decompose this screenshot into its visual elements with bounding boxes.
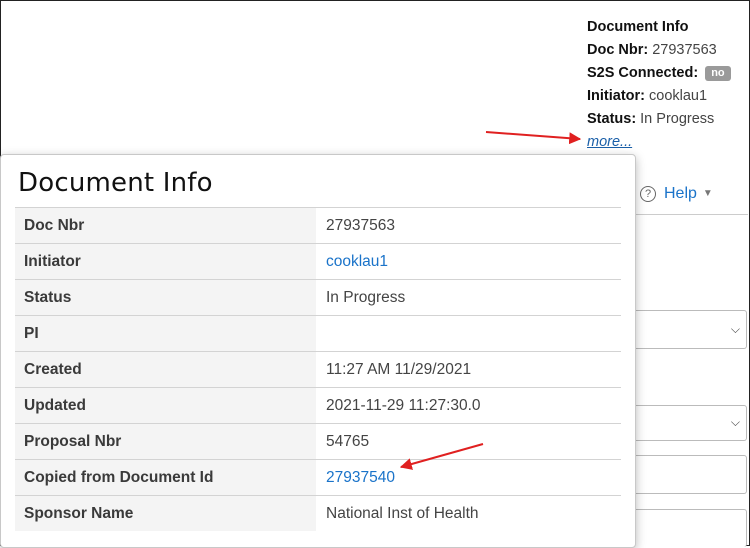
doc-nbr-value: 27937563 (652, 42, 717, 58)
initiator-row: Initiator: cooklau1 (587, 85, 747, 108)
row-label: Sponsor Name (15, 495, 316, 531)
s2s-status-badge: no (705, 66, 731, 81)
row-value: 11:27 AM 11/29/2021 (316, 351, 621, 388)
row-value: National Inst of Health (316, 495, 621, 531)
document-info-heading: Document Info (587, 19, 689, 35)
status-row: Status: In Progress (587, 108, 747, 131)
row-label: Initiator (15, 243, 316, 280)
table-row: Copied from Document Id 27937540 (15, 459, 621, 496)
background-select-1[interactable]: ⌵ (634, 310, 747, 349)
table-row: Updated 2021-11-29 11:27:30.0 (15, 387, 621, 424)
row-label: PI (15, 315, 316, 352)
initiator-link[interactable]: cooklau1 (316, 243, 621, 280)
row-label: Proposal Nbr (15, 423, 316, 460)
more-link[interactable]: more... (587, 134, 632, 150)
row-value: In Progress (316, 279, 621, 316)
help-label: Help (664, 185, 697, 202)
more-link-row: more... (587, 131, 747, 154)
help-menu[interactable]: ? Help ▼ (640, 185, 713, 203)
background-input-2[interactable] (634, 509, 747, 547)
row-label: Doc Nbr (15, 207, 316, 244)
table-row: Created 11:27 AM 11/29/2021 (15, 351, 621, 388)
toolbar-divider (634, 214, 748, 215)
row-value: 2021-11-29 11:27:30.0 (316, 387, 621, 424)
question-circle-icon: ? (640, 186, 656, 202)
popup-title: Document Info (18, 168, 213, 198)
chevron-down-icon: ⌵ (730, 415, 740, 429)
table-row: Status In Progress (15, 279, 621, 316)
initiator-value: cooklau1 (649, 88, 708, 104)
background-input-1[interactable] (634, 455, 747, 494)
chevron-down-icon: ⌵ (730, 322, 740, 336)
row-value: 54765 (316, 423, 621, 460)
status-value: In Progress (640, 111, 715, 127)
row-label: Created (15, 351, 316, 388)
row-label: Status (15, 279, 316, 316)
chevron-down-icon: ▼ (702, 188, 713, 199)
row-label: Copied from Document Id (15, 459, 316, 496)
table-row: Sponsor Name National Inst of Health (15, 495, 621, 531)
row-value: 27937563 (316, 207, 621, 244)
status-label: Status: (587, 111, 637, 127)
background-select-2[interactable]: ⌵ (634, 405, 747, 441)
table-row: Proposal Nbr 54765 (15, 423, 621, 460)
copied-from-document-link[interactable]: 27937540 (316, 459, 621, 496)
document-info-table: Doc Nbr 27937563 Initiator cooklau1 Stat… (15, 207, 621, 531)
s2s-connected-row: S2S Connected: no (587, 62, 747, 85)
doc-nbr-row: Doc Nbr: 27937563 (587, 39, 747, 62)
document-info-header: Document Info Doc Nbr: 27937563 S2S Conne… (587, 16, 747, 154)
doc-nbr-label: Doc Nbr: (587, 42, 649, 58)
table-row: PI (15, 315, 621, 352)
row-value (316, 315, 621, 352)
table-row: Initiator cooklau1 (15, 243, 621, 280)
initiator-label: Initiator: (587, 88, 645, 104)
table-row: Doc Nbr 27937563 (15, 207, 621, 244)
row-label: Updated (15, 387, 316, 424)
s2s-connected-label: S2S Connected: (587, 65, 699, 81)
document-info-popup: Document Info Doc Nbr 27937563 Initiator… (0, 154, 636, 548)
